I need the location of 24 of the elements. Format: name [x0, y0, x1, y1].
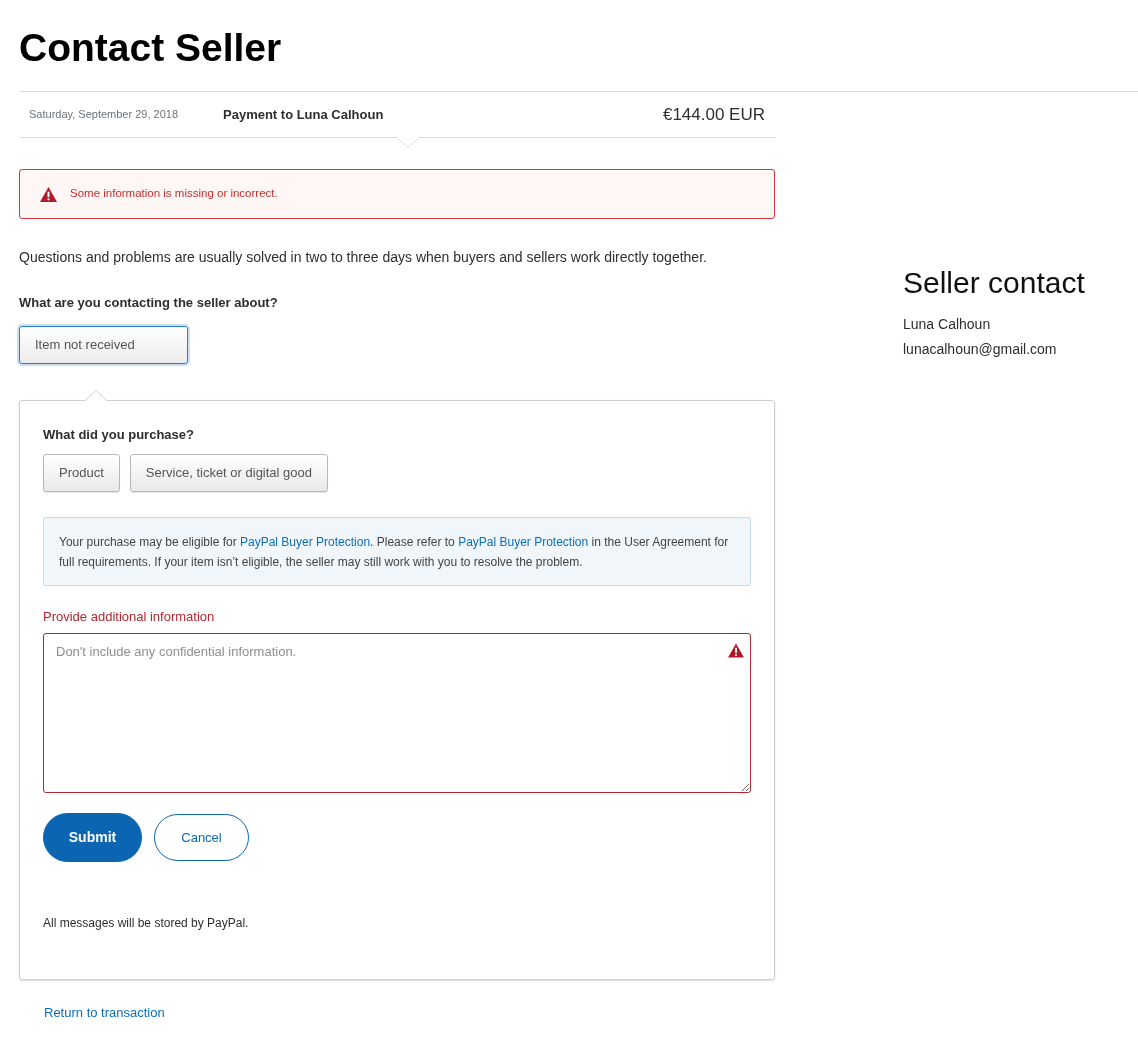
seller-name: Luna Calhoun: [903, 315, 991, 334]
seller-email: lunacalhoun@gmail.com: [903, 340, 1057, 359]
purchase-label: What did you purchase?: [43, 426, 194, 444]
alert-text: Some information is missing or incorrect.: [70, 186, 278, 202]
footnote-text: All messages will be stored by PayPal.: [43, 915, 249, 932]
topic-label: What are you contacting the seller about?: [19, 294, 278, 312]
transaction-amount: €144.00 EUR: [662, 103, 765, 126]
transaction-date: Saturday, September 29, 2018: [29, 107, 179, 123]
warning-icon: [728, 643, 744, 658]
purchase-type-button[interactable]: Product: [43, 454, 120, 492]
details-textarea[interactable]: Don't include any confidential information.: [43, 633, 751, 793]
return-link[interactable]: Return to transaction: [44, 1004, 165, 1021]
intro-text: Questions and problems are usually solved in two to three days when buyers and sellers work directly together.: [19, 248, 707, 267]
warning-icon: [40, 186, 57, 202]
transaction-description: Payment to Luna Calhoun: [223, 105, 384, 124]
page-title: Contact Seller: [19, 25, 282, 71]
cancel-button[interactable]: Cancel: [154, 814, 249, 861]
purchase-type-button[interactable]: Service, ticket or digital good: [129, 454, 328, 492]
notice-text: Your purchase may be eligible for PayPal Buyer Protection. Please refer to PayPal Buyer Protection in the User Agreement for full requirements. If your item isn’t eligible, the seller may still work with you to resolve the problem.: [59, 534, 730, 571]
details-label: Provide additional information: [43, 608, 215, 626]
seller-heading: Seller contact: [903, 265, 1085, 301]
buyer-protection-link[interactable]: PayPal Buyer Protection: [458, 535, 589, 549]
submit-button[interactable]: Submit: [43, 813, 142, 862]
topic-select[interactable]: Item not received: [19, 326, 188, 364]
